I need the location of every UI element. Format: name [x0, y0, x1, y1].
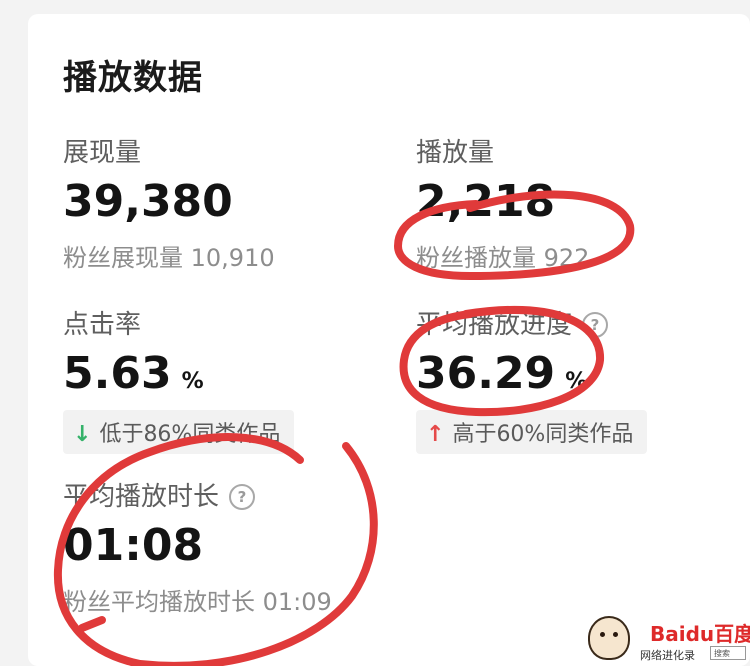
metric-sub: 粉丝播放量 922: [416, 238, 589, 273]
metric-sub-label: 粉丝展现量: [63, 244, 183, 272]
metric-sub-label: 粉丝播放量: [416, 244, 536, 272]
metric-label: 平均播放进度?: [416, 312, 647, 338]
metric-label: 展现量: [63, 138, 142, 168]
metric-sub: 粉丝展现量 10,910: [63, 238, 275, 273]
baidu-logo: Baidu百度: [650, 618, 750, 647]
compare-badge: ↑ 高于60%同类作品: [416, 410, 648, 454]
baidu-watermark: Baidu百度 网络进化录 搜索: [582, 612, 750, 666]
compare-text: 低于86%同类作品: [99, 422, 281, 447]
arrow-down-icon: ↓: [73, 422, 92, 447]
metric-value: 5.63%: [63, 352, 294, 396]
metric-unit: %: [181, 369, 204, 394]
baidu-logo-text: Baidu百度: [650, 622, 750, 646]
metric-sub: 粉丝平均播放时长 01:09: [63, 582, 332, 617]
watermark-tag: 网络进化录: [636, 646, 699, 664]
metric-value: 36.29%: [416, 352, 647, 396]
metric-plays: 播放量 2,218 粉丝播放量 922: [416, 140, 589, 273]
metric-sub-value: 922: [543, 244, 590, 272]
metric-avg-progress: 平均播放进度? 36.29% ↑ 高于60%同类作品: [416, 312, 648, 454]
metric-value: 2,218: [416, 176, 556, 227]
page-title: 播放数据: [63, 58, 203, 98]
help-icon[interactable]: ?: [229, 484, 256, 510]
metric-sub-value: 01:09: [262, 588, 332, 616]
cartoon-cat-icon: [588, 616, 630, 660]
metric-sub-value: 10,910: [190, 244, 275, 272]
metric-impressions: 展现量 39,380 粉丝展现量 10,910: [63, 140, 275, 273]
help-icon[interactable]: ?: [582, 312, 609, 338]
metric-label-text: 平均播放时长: [63, 482, 220, 512]
watermark-search-box: 搜索: [710, 646, 746, 660]
metric-label: 平均播放时长?: [63, 484, 332, 510]
metric-value-number: 5.63: [63, 348, 172, 399]
compare-text: 高于60%同类作品: [452, 422, 634, 447]
metric-value: 01:08: [63, 520, 204, 571]
arrow-up-icon: ↑: [426, 422, 445, 447]
metric-label-text: 平均播放进度: [416, 310, 573, 340]
metric-label: 播放量: [416, 138, 495, 168]
metric-avg-duration: 平均播放时长? 01:08 粉丝平均播放时长 01:09: [63, 484, 332, 617]
metric-sub-label: 粉丝平均播放时长: [63, 588, 255, 616]
metric-value-number: 36.29: [416, 348, 556, 399]
metric-ctr: 点击率 5.63% ↓ 低于86%同类作品: [63, 310, 295, 454]
compare-badge: ↓ 低于86%同类作品: [63, 410, 295, 454]
metric-label: 点击率: [63, 310, 142, 340]
metric-value: 39,380: [63, 176, 233, 227]
metric-unit: %: [565, 369, 588, 394]
